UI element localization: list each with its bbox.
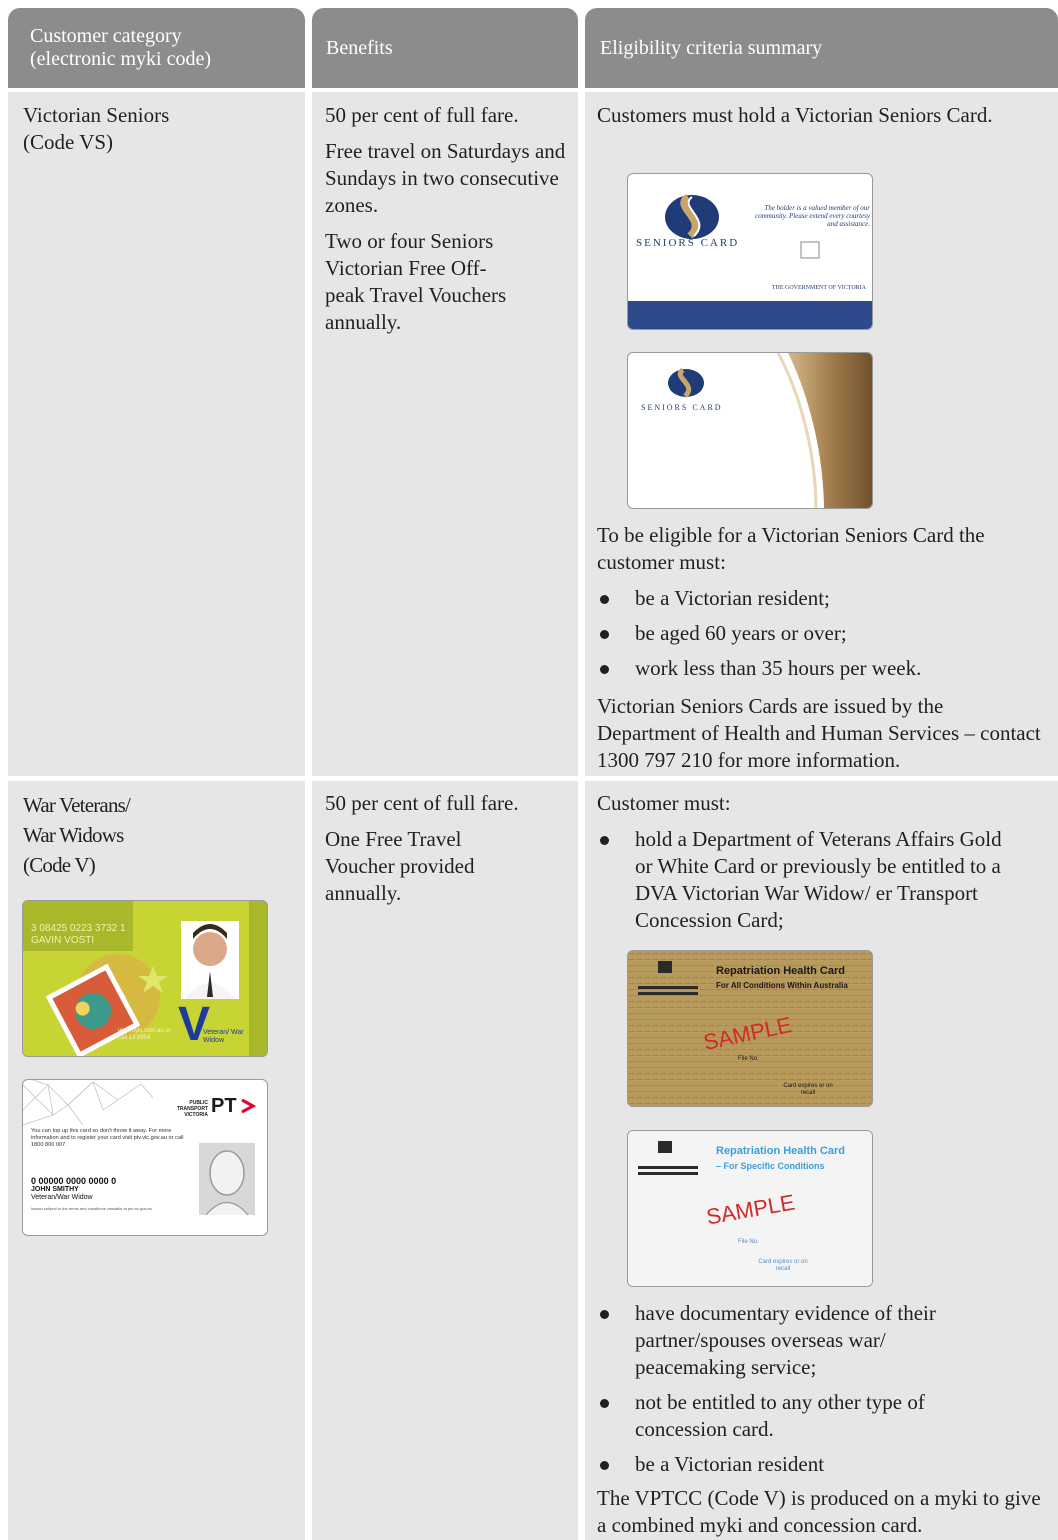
row2-bullet: hold a Department of Veterans Affairs Go… [597,826,1017,934]
row1-elig-intro-text: Customers must hold a Victorian Seniors … [597,103,993,127]
ptv-number: 0 00000 0000 0000 0 [31,1176,117,1186]
row2-bullet: not be entitled to any other type of con… [597,1389,995,1443]
row2-category-line2: War Widows [23,823,124,847]
row1-elig-footer: Victorian Seniors Cards are issued by th… [597,693,1047,774]
row2-category: War Veterans/ War Widows (Code V) [23,790,293,880]
ptv-logo: PT [211,1095,237,1117]
vcard1-number: 3 08425 0223 3732 1 [31,923,126,934]
header-col1-line1: Customer category [30,25,182,47]
gold-card-expiry: Card expires or on recall [783,1083,833,1096]
seniors-swoosh-icon [668,353,872,508]
vcard1-type: Veteran/ War Widow [203,1029,244,1044]
seniors-card2-name: SENIORS CARD [641,403,723,412]
header-col1-line2: (electronic myki code) [30,48,212,70]
row1-category-code: (Code VS) [23,130,114,154]
row2-bullet-text: not be entitled to any other type of con… [635,1390,925,1441]
row2-elig-intro: Customer must: [597,790,1017,817]
row1-benefit: Two or four Seniors Victorian Free Off-p… [325,229,507,334]
row2-elig-footer: The VPTCC (Code V) is produced on a myki… [597,1485,1052,1539]
veteran-ptv-card-image: PUBLIC TRANSPORT VICTORIA PT You can top… [22,1079,268,1236]
seniors-card-image-2: SENIORS CARD [627,352,873,509]
gold-card-subtitle: For All Conditions Within Australia [716,981,848,990]
white-card-expiry: Card expires or on recall [758,1259,808,1272]
seniors-card-tagline: The holder is a valued member of our com… [755,204,870,228]
row1-elig-intro: Customers must hold a Victorian Seniors … [597,102,1017,129]
header-eligibility: Eligibility criteria summary [585,8,1058,88]
header-benefits: Benefits [312,8,578,88]
col1-row1-bg [8,92,305,776]
seniors-card-image-1: The holder is a valued member of our com… [627,173,873,330]
ptv-brand: PUBLIC TRANSPORT VICTORIA [173,1100,208,1118]
row1-bullet-text: work less than 35 hours per week. [635,656,922,680]
row1-bullet: work less than 35 hours per week. [597,655,1037,682]
row1-elig-lead-text: To be eligible for a Victorian Seniors C… [597,523,985,574]
row2-bullet-text: have documentary evidence of their partn… [635,1301,936,1379]
vcard1-holder: GAVIN VOSTI [31,935,95,946]
row2-bullet-text: be a Victorian resident [635,1452,825,1476]
ptv-holder: JOHN SMITHY [31,1186,79,1193]
row2-benefit: 50 per cent of full fare. [325,791,519,815]
row1-bullet: be a Victorian resident; [597,585,1037,612]
row2-bullet: be a Victorian resident [597,1451,1017,1478]
row2-benefits: 50 per cent of full fare. One Free Trave… [325,790,570,916]
white-repatriation-card-image: Repatriation Health Card – For Specific … [627,1130,873,1287]
row2-benefit: One Free Travel Voucher provided annuall… [325,827,475,905]
row1-bullet-text: be aged 60 years or over; [635,621,847,645]
gold-repatriation-card-image: Repatriation Health Card For All Conditi… [627,950,873,1107]
white-card-title: Repatriation Health Card [716,1145,845,1157]
row1-benefit: 50 per cent of full fare. [325,103,519,127]
row1-category-name: Victorian Seniors [23,103,170,127]
row2-elig-intro-text: Customer must: [597,791,731,815]
seniors-card-issuer: THE GOVERNMENT OF VICTORIA [771,285,866,291]
row2-bullet1-wrap: hold a Department of Veterans Affairs Go… [597,826,1017,934]
seniors-logo-icon [628,194,872,329]
ptv-info: You can top up this card so don't throw … [31,1128,184,1148]
gold-card-file: File No. [738,1056,759,1062]
white-card-file: File No. [738,1239,759,1245]
row2-elig-footer-text: The VPTCC (Code V) is produced on a myki… [597,1486,1041,1537]
ptv-brand-line3: VICTORIA [184,1112,208,1118]
row1-bullet: be aged 60 years or over; [597,620,1037,647]
row1-category: Victorian Seniors (Code VS) [23,102,293,156]
header-col2: Benefits [326,36,393,59]
white-card-subtitle: – For Specific Conditions [716,1161,825,1171]
ptv-terms: Issued subject to the terms and conditio… [31,1206,152,1211]
row1-elig-lead: To be eligible for a Victorian Seniors C… [597,522,1037,576]
row2-category-code: (Code V) [23,853,96,877]
row1-bullet-text: be a Victorian resident; [635,586,830,610]
row1-bullets: be a Victorian resident; be aged 60 year… [597,585,1037,682]
seniors-card-name: SENIORS CARD [636,237,740,249]
ptv-arrow-icon [241,1098,256,1114]
row2-bullets2: have documentary evidence of their partn… [597,1300,1017,1478]
gold-card-title: Repatriation Health Card [716,965,845,977]
row1-benefits: 50 per cent of full fare. Free travel on… [325,102,570,345]
ptv-type: Veteran/War Widow [31,1194,93,1201]
row2-bullet: have documentary evidence of their partn… [597,1300,955,1381]
row1-elig-footer-text: Victorian Seniors Cards are issued by th… [597,694,1041,772]
header-customer-category: Customer category (electronic myki code) [8,8,305,88]
row2-bullet-text: hold a Department of Veterans Affairs Go… [635,827,1002,932]
row1-benefit: Free travel on Saturdays and Sundays in … [325,139,566,217]
veteran-myki-card-image: 3 08425 0223 3732 1 GAVIN VOSTI V Vetera… [22,900,268,1057]
header-col3: Eligibility criteria summary [600,36,823,59]
row2-category-line1: War Veterans/ [23,793,131,817]
vcard1-web: visit myki.com.au or call 13 6954 [118,1028,171,1041]
